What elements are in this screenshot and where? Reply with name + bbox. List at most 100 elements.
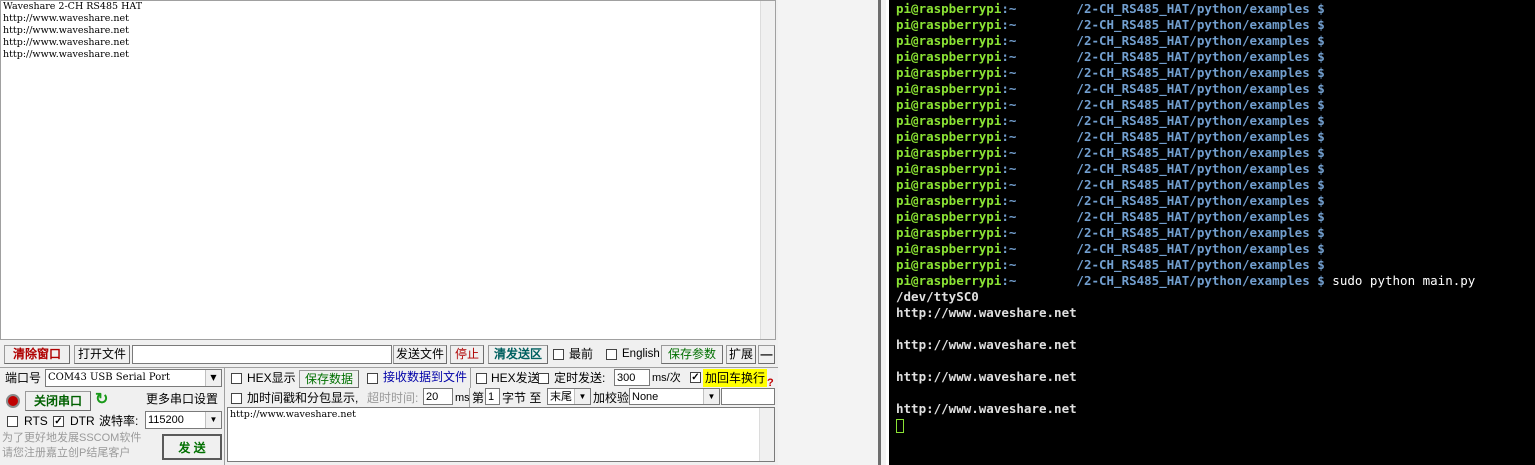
separator (469, 388, 470, 407)
prompt-user: pi@raspberrypi (896, 49, 1002, 64)
recv-to-file-checkbox[interactable] (367, 373, 378, 384)
topmost-checkbox[interactable] (553, 349, 564, 360)
refresh-icon[interactable]: ↻ (95, 391, 108, 409)
prompt-home: :~ (1001, 65, 1017, 80)
chevron-down-icon[interactable]: ▼ (205, 370, 221, 386)
rts-checkbox[interactable] (7, 416, 18, 427)
promo-line-2[interactable]: 请您注册嘉立创P结尾客户 (2, 446, 130, 460)
prompt-symbol: $ (1309, 17, 1325, 32)
byte-index-input[interactable]: 1 (485, 388, 500, 405)
chevron-down-icon[interactable]: ▼ (205, 412, 221, 428)
prompt-home: :~ (1001, 161, 1017, 176)
chevron-down-icon[interactable]: ▼ (703, 389, 719, 404)
terminal-window[interactable]: pi@raspberrypi:~/2-CH_RS485_HAT/python/e… (889, 0, 1535, 465)
receive-line: http://www.waveshare.net (3, 13, 129, 24)
terminal-output-line: http://www.waveshare.net (896, 401, 1077, 416)
prompt-path: /2-CH_RS485_HAT/python/examples (1076, 1, 1310, 16)
prompt-user: pi@raspberrypi (896, 97, 1002, 112)
terminal-prompt-line: pi@raspberrypi:~ /2-CH_RS485_HAT/python/e… (896, 81, 1325, 97)
send-file-button[interactable]: 发送文件 (393, 345, 447, 364)
baud-select[interactable]: 115200 ▼ (145, 411, 222, 429)
prompt-path: /2-CH_RS485_HAT/python/examples (1076, 273, 1310, 288)
prompt-user: pi@raspberrypi (896, 1, 1002, 16)
open-file-button[interactable]: 打开文件 (74, 345, 130, 364)
file-path-input[interactable] (132, 345, 392, 364)
receive-area[interactable]: Waveshare 2-CH RS485 HAT http://www.wave… (0, 0, 776, 340)
prompt-symbol: $ (1309, 225, 1325, 240)
baud-value: 115200 (148, 414, 184, 426)
dtr-checkbox[interactable]: ✓ (53, 416, 64, 427)
prompt-symbol: $ (1309, 65, 1325, 80)
separator (0, 367, 778, 368)
byte-end-select[interactable]: 末尾 ▼ (547, 388, 591, 405)
chevron-down-icon[interactable]: ▼ (574, 389, 590, 404)
terminal-output-line: http://www.waveshare.net (896, 369, 1077, 384)
receive-scrollbar[interactable] (760, 1, 775, 339)
more-settings-link[interactable]: 更多串口设置 (146, 390, 218, 408)
prompt-symbol: $ (1309, 193, 1325, 208)
hex-display-checkbox[interactable] (231, 373, 242, 384)
send-button[interactable]: 发 送 (162, 434, 222, 460)
clear-window-button[interactable]: 清除窗口 (4, 345, 70, 364)
prompt-user: pi@raspberrypi (896, 65, 1002, 80)
prompt-home: :~ (1001, 113, 1017, 128)
checksum-select[interactable]: None ▼ (629, 388, 720, 405)
timed-send-checkbox[interactable] (538, 373, 549, 384)
window-divider (778, 0, 886, 465)
save-params-button[interactable]: 保存参数 (661, 345, 723, 364)
baud-label: 波特率: (99, 414, 139, 428)
timestamp-checkbox[interactable] (231, 393, 242, 404)
save-data-button[interactable]: 保存数据 (299, 370, 359, 388)
checksum-label: 加校验 (593, 391, 630, 405)
close-port-button[interactable]: 关闭串口 (25, 391, 91, 411)
timeout-input[interactable]: 20 (423, 388, 453, 405)
stop-button[interactable]: 停止 (450, 345, 484, 364)
prompt-symbol: $ (1309, 241, 1325, 256)
receive-line: http://www.waveshare.net (3, 37, 129, 48)
send-scrollbar[interactable] (759, 408, 774, 461)
prompt-user: pi@raspberrypi (896, 145, 1002, 160)
prompt-symbol: $ (1309, 49, 1325, 64)
prompt-path: /2-CH_RS485_HAT/python/examples (1076, 97, 1310, 112)
clear-send-button[interactable]: 清发送区 (488, 345, 548, 364)
expand-button[interactable]: 扩展 (726, 345, 756, 364)
terminal-prompt-line: pi@raspberrypi:~ /2-CH_RS485_HAT/python/e… (896, 65, 1325, 81)
byte-range-label: 字节 至 (502, 391, 542, 405)
recv-to-file-button[interactable]: 接收数据到文件 (381, 369, 469, 387)
prompt-path: /2-CH_RS485_HAT/python/examples (1076, 17, 1310, 32)
prompt-path: /2-CH_RS485_HAT/python/examples (1076, 225, 1310, 240)
prompt-home: :~ (1001, 145, 1017, 160)
prompt-symbol: $ (1309, 129, 1325, 144)
receive-line: http://www.waveshare.net (3, 25, 129, 36)
send-textarea[interactable]: http://www.waveshare.net (227, 407, 775, 462)
prompt-symbol: $ (1309, 209, 1325, 224)
prompt-symbol: $ (1309, 33, 1325, 48)
prompt-home: :~ (1001, 97, 1017, 112)
promo-line-1[interactable]: 为了更好地发展SSCOM软件 (2, 431, 141, 445)
prompt-user: pi@raspberrypi (896, 33, 1002, 48)
prompt-symbol: $ (1309, 97, 1325, 112)
terminal-prompt-line: pi@raspberrypi:~ /2-CH_RS485_HAT/python/e… (896, 97, 1325, 113)
serial-tool-window: Waveshare 2-CH RS485 HAT http://www.wave… (0, 0, 778, 465)
terminal-prompt-line: pi@raspberrypi:~ /2-CH_RS485_HAT/python/e… (896, 129, 1325, 145)
prompt-path: /2-CH_RS485_HAT/python/examples (1076, 81, 1310, 96)
prompt-user: pi@raspberrypi (896, 193, 1002, 208)
hex-display-label: HEX显示 (247, 371, 296, 385)
prompt-user: pi@raspberrypi (896, 209, 1002, 224)
prompt-user: pi@raspberrypi (896, 257, 1002, 272)
separator (470, 368, 471, 388)
terminal-output-line: http://www.waveshare.net (896, 305, 1077, 320)
port-value: COM43 USB Serial Port (48, 372, 171, 383)
prompt-path: /2-CH_RS485_HAT/python/examples (1076, 145, 1310, 160)
prompt-path: /2-CH_RS485_HAT/python/examples (1076, 129, 1310, 144)
english-checkbox[interactable] (606, 349, 617, 360)
collapse-button[interactable]: — (758, 345, 775, 364)
add-crlf-checkbox[interactable]: ✓ (690, 372, 701, 383)
terminal-output-line: /dev/ttySC0 (896, 289, 979, 304)
terminal-command: sudo python main.py (1324, 273, 1476, 288)
interval-input[interactable]: 300 (614, 369, 650, 386)
interval-unit: ms/次 (652, 372, 681, 384)
dtr-label: DTR (70, 414, 95, 428)
port-select[interactable]: COM43 USB Serial Port ▼ (45, 369, 222, 387)
hex-send-checkbox[interactable] (476, 373, 487, 384)
